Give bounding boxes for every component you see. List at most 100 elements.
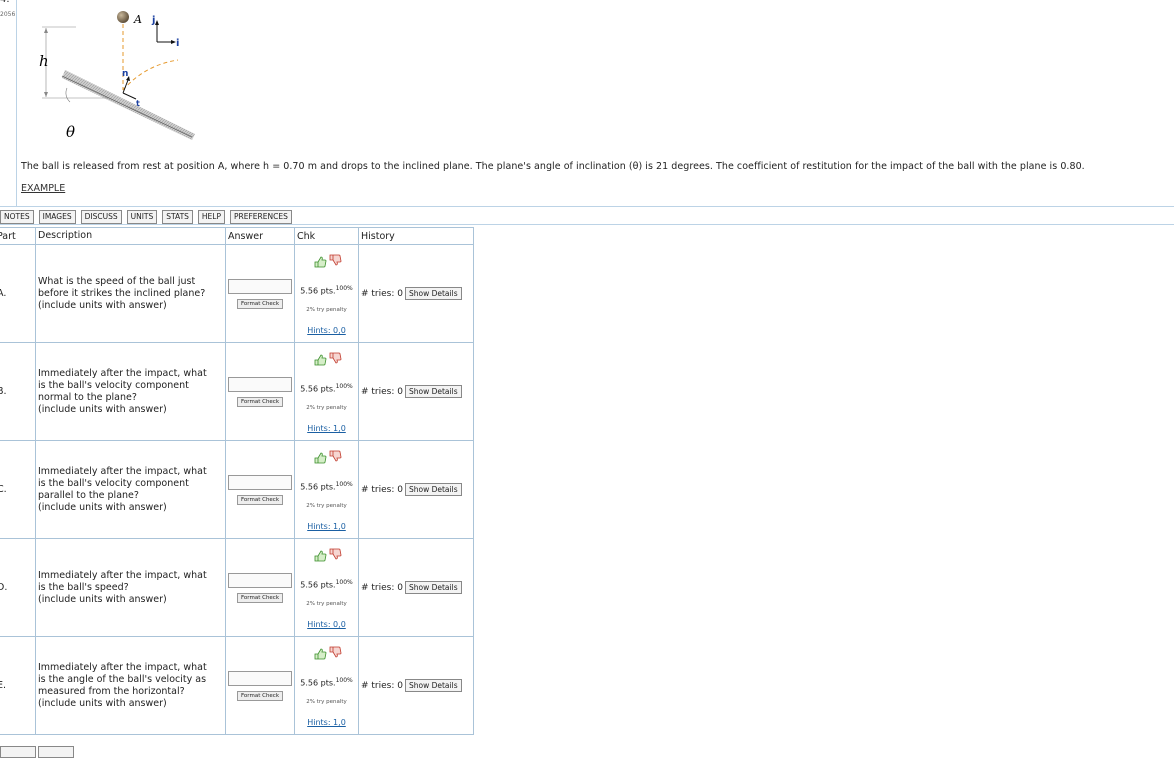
try-penalty: 2% try penalty (306, 307, 347, 314)
part-description: Immediately after the impact, what is the… (35, 440, 226, 539)
points-text: 5.56 pts. (300, 286, 336, 296)
toolbar: NOTES IMAGES DISCUSS UNITS STATS HELP PR… (0, 210, 292, 224)
format-check-button[interactable]: Format Check (236, 690, 284, 701)
label-t: t (136, 99, 140, 108)
format-check-button[interactable]: Format Check (236, 396, 284, 407)
try-penalty: 2% try penalty (306, 405, 347, 412)
answer-cell: Format Check (225, 244, 295, 343)
show-details-button[interactable]: Show Details (404, 483, 462, 496)
answer-input[interactable] (228, 278, 292, 294)
label-A: A (133, 13, 142, 26)
bottom-button-2[interactable] (38, 746, 74, 758)
question-number: 4. (0, 0, 10, 5)
points-percent: 100% (335, 284, 353, 292)
answer-input[interactable] (228, 474, 292, 490)
part-label: B. (0, 342, 36, 441)
show-details-button[interactable]: Show Details (404, 581, 462, 594)
part-description: Immediately after the impact, what is the… (35, 636, 226, 735)
part-label: A. (0, 244, 36, 343)
label-j: j (151, 15, 155, 26)
description-line: (include units with answer) (38, 593, 167, 605)
hints-link[interactable]: Hints: 1,0 (297, 718, 356, 727)
description-line: Immediately after the impact, what (38, 569, 207, 581)
preferences-button[interactable]: PREFERENCES (230, 210, 292, 224)
try-penalty: 2% try penalty (306, 503, 347, 510)
description-line: is the ball's velocity component (38, 379, 189, 391)
header-answer: Answer (225, 227, 295, 245)
description-line: parallel to the plane? (38, 489, 139, 501)
try-penalty: 2% try penalty (306, 699, 347, 706)
points-percent: 100% (335, 480, 353, 488)
format-check-button[interactable]: Format Check (236, 592, 284, 603)
points-percent: 100% (335, 382, 353, 390)
part-label: D. (0, 538, 36, 637)
tries-count: # tries: 0 (361, 387, 403, 397)
history-cell: # tries: 0 Show Details (358, 440, 474, 539)
points-value: 5.56 pts.100% (297, 285, 356, 296)
tries-count: # tries: 0 (361, 681, 403, 691)
description-line: before it strikes the inclined plane? (38, 287, 206, 299)
label-i: i (176, 38, 179, 49)
bottom-button-1[interactable] (0, 746, 36, 758)
show-details-button[interactable]: Show Details (404, 385, 462, 398)
divider-toolbar (0, 224, 1174, 225)
answer-input[interactable] (228, 376, 292, 392)
part-label: E. (0, 636, 36, 735)
hints-link[interactable]: Hints: 0,0 (297, 326, 356, 335)
part-description: Immediately after the impact, what is the… (35, 342, 226, 441)
description-line: What is the speed of the ball just (38, 275, 196, 287)
images-button[interactable]: IMAGES (38, 210, 76, 224)
hints-link[interactable]: Hints: 1,0 (297, 522, 356, 531)
table-row: A. What is the speed of the ball just befo… (0, 244, 474, 343)
answer-cell: Format Check (225, 636, 295, 735)
rating-thumbs-icon[interactable] (312, 646, 342, 660)
rating-thumbs-icon[interactable] (312, 352, 342, 366)
units-button[interactable]: UNITS (126, 210, 158, 224)
check-cell: 5.56 pts.100% 2% try penalty Hints: 1,0 (294, 342, 359, 441)
show-details-button[interactable]: Show Details (404, 679, 462, 692)
bottom-buttons (0, 746, 74, 758)
part-label: C. (0, 440, 36, 539)
format-check-button[interactable]: Format Check (236, 494, 284, 505)
header-history: History (358, 227, 474, 245)
description-line: (include units with answer) (38, 299, 167, 311)
answer-cell: Format Check (225, 342, 295, 441)
description-line: is the angle of the ball's velocity as (38, 673, 207, 685)
rating-thumbs-icon[interactable] (312, 450, 342, 464)
hints-link[interactable]: Hints: 0,0 (297, 620, 356, 629)
check-cell: 5.56 pts.100% 2% try penalty Hints: 1,0 (294, 636, 359, 735)
problem-statement: The ball is released from rest at positi… (21, 161, 1085, 172)
answer-input[interactable] (228, 670, 292, 686)
stats-button[interactable]: STATS (162, 210, 193, 224)
tries-count: # tries: 0 (361, 583, 403, 593)
table-row: C. Immediately after the impact, what is t… (0, 440, 474, 539)
discuss-button[interactable]: DISCUSS (80, 210, 122, 224)
description-line: is the ball's velocity component (38, 477, 189, 489)
notes-button[interactable]: NOTES (0, 210, 34, 224)
label-theta: θ (66, 123, 75, 141)
show-details-button[interactable]: Show Details (404, 287, 462, 300)
help-button[interactable]: HELP (197, 210, 226, 224)
part-description: Immediately after the impact, what is the… (35, 538, 226, 637)
parts-table: Part Description Answer Chk History A.Wh… (0, 227, 474, 735)
description-line: is the ball's speed? (38, 581, 129, 593)
history-cell: # tries: 0 Show Details (358, 342, 474, 441)
answer-cell: Format Check (225, 538, 295, 637)
rating-thumbs-icon[interactable] (312, 254, 342, 268)
points-value: 5.56 pts.100% (297, 481, 356, 492)
answer-input[interactable] (228, 572, 292, 588)
description-line: (include units with answer) (38, 403, 167, 415)
points-value: 5.56 pts.100% (297, 579, 356, 590)
table-header-row: Part Description Answer Chk History (0, 227, 474, 245)
part-description: What is the speed of the ball just before… (35, 244, 226, 343)
table-row: B. Immediately after the impact, what is t… (0, 342, 474, 441)
format-check-button[interactable]: Format Check (236, 298, 284, 309)
rating-thumbs-icon[interactable] (312, 548, 342, 562)
hints-link[interactable]: Hints: 1,0 (297, 424, 356, 433)
divider-top (0, 206, 1174, 207)
check-cell: 5.56 pts.100% 2% try penalty Hints: 1,0 (294, 440, 359, 539)
points-percent: 100% (335, 676, 353, 684)
header-chk: Chk (294, 227, 359, 245)
history-cell: # tries: 0 Show Details (358, 538, 474, 637)
example-link[interactable]: EXAMPLE (21, 183, 65, 194)
